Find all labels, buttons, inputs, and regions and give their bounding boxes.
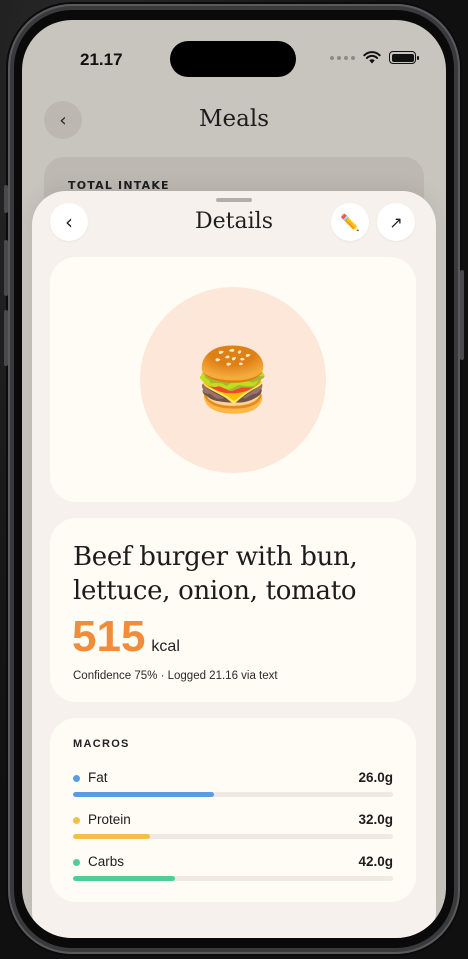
- macro-value: 42.0g: [358, 854, 393, 869]
- carbs-dot: [73, 859, 80, 866]
- food-info-card: Beef burger with bun, lettuce, onion, to…: [50, 518, 416, 702]
- sheet-grabber[interactable]: [216, 198, 252, 202]
- macro-value: 32.0g: [358, 812, 393, 827]
- status-icons: [330, 51, 419, 64]
- macros-label: MACROS: [73, 738, 130, 750]
- food-name: Beef burger with bun, lettuce, onion, to…: [73, 542, 358, 606]
- battery-icon: [389, 51, 419, 64]
- fat-dot: [73, 775, 80, 782]
- volume-up-button: [4, 240, 8, 296]
- action-button: [4, 185, 8, 213]
- volume-down-button: [4, 310, 8, 366]
- cellular-signal-icon: [330, 55, 355, 60]
- pencil-icon: ✏️: [340, 212, 360, 232]
- dynamic-island: [170, 41, 296, 77]
- expand-button[interactable]: ↗: [377, 203, 415, 241]
- sheet-title: Details: [195, 209, 273, 234]
- macro-name: Fat: [88, 770, 108, 785]
- status-time: 21.17: [80, 50, 123, 69]
- calories-value: 515: [72, 612, 146, 661]
- wifi-icon: [363, 51, 381, 64]
- carbs-bar-fill: [73, 876, 176, 881]
- protein-dot: [73, 817, 80, 824]
- status-bar: 21.17: [22, 20, 446, 100]
- macro-name: Carbs: [88, 854, 125, 869]
- macro-bar-track: [73, 834, 393, 839]
- macro-row-protein: Protein 32.0g: [73, 812, 393, 852]
- macros-card: MACROS Fat 26.0g Protein 32.0g Carbs 42.…: [50, 718, 416, 902]
- burger-icon: 🍔: [194, 343, 272, 416]
- details-sheet: ‹ Details ✏️ ↗ 🍔 Beef burger with bun, l…: [32, 191, 436, 938]
- food-meta: Confidence 75% · Logged 21.16 via text: [73, 670, 278, 682]
- macro-value: 26.0g: [358, 770, 393, 785]
- fat-bar-fill: [73, 792, 214, 797]
- macro-row-carbs: Carbs 42.0g: [73, 854, 393, 894]
- power-button: [460, 270, 464, 360]
- calories-unit: kcal: [151, 638, 180, 655]
- macro-bar-track: [73, 792, 393, 797]
- macro-name: Protein: [88, 812, 131, 827]
- macro-bar-track: [73, 876, 393, 881]
- edit-button[interactable]: ✏️: [331, 203, 369, 241]
- meals-title: Meals: [198, 106, 270, 132]
- screen: ‹ Meals TOTAL INTAKE 21.17 ‹ Details ✏️: [22, 20, 446, 938]
- macro-row-fat: Fat 26.0g: [73, 770, 393, 810]
- protein-bar-fill: [73, 834, 150, 839]
- food-image-circle: 🍔: [140, 287, 326, 473]
- food-image-card: 🍔: [50, 257, 416, 502]
- calories: 515 kcal: [72, 612, 180, 662]
- arrow-up-right-icon: ↗: [389, 212, 403, 232]
